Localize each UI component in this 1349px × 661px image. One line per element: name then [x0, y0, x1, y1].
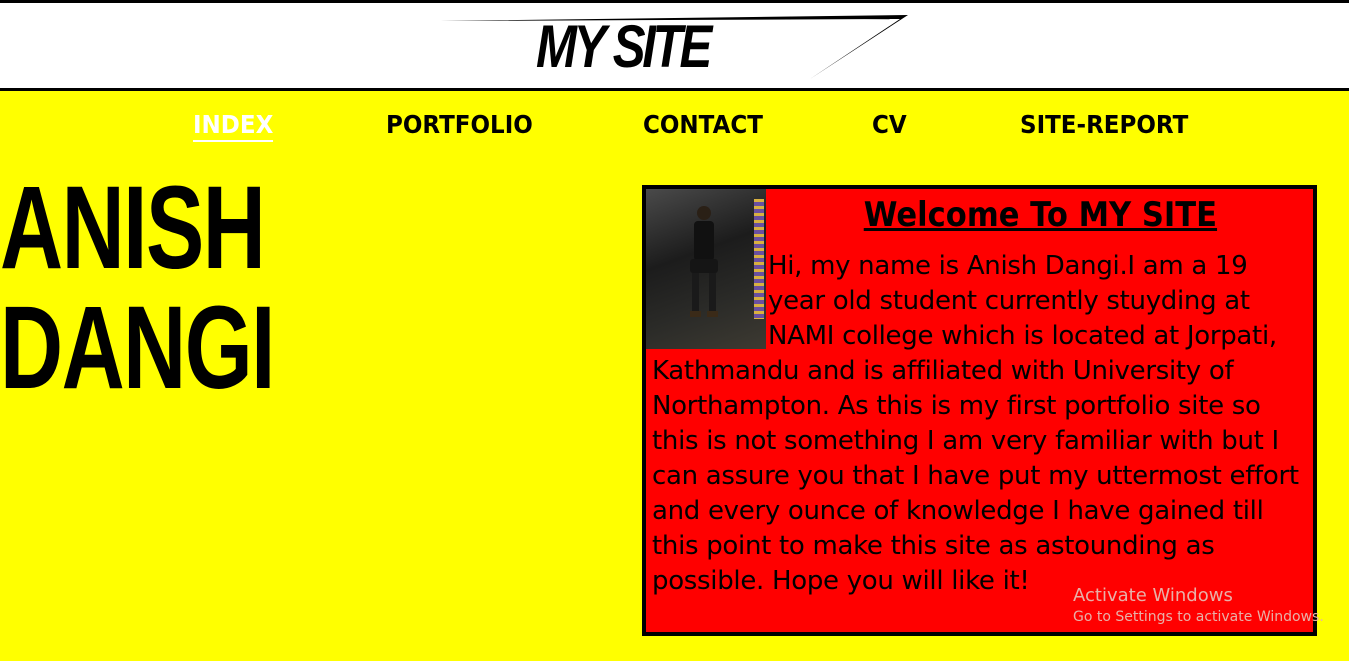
watermark-subtitle: Go to Settings to activate Windows. — [1073, 609, 1324, 625]
site-header: MY SITE — [0, 0, 1349, 91]
activate-windows-watermark: Activate Windows Go to Settings to activ… — [1073, 585, 1324, 627]
main-nav: INDEX PORTFOLIO CONTACT CV SITE-REPORT — [0, 110, 1349, 150]
nav-item-portfolio[interactable]: PORTFOLIO — [386, 110, 533, 139]
nav-item-cv[interactable]: CV — [872, 110, 907, 139]
nav-item-index[interactable]: INDEX — [193, 110, 274, 142]
hero-last-name: DANGI — [0, 282, 275, 414]
welcome-card: Welcome To MY SITE Hi, my name is Anish … — [642, 185, 1317, 636]
hero-name: ANISH DANGI — [0, 162, 275, 414]
nav-item-site-report[interactable]: SITE-REPORT — [1020, 110, 1188, 139]
nav-item-contact[interactable]: CONTACT — [643, 110, 763, 139]
watermark-title: Activate Windows — [1073, 585, 1233, 606]
hero-first-name: ANISH — [0, 162, 266, 294]
card-title: Welcome To MY SITE — [863, 195, 1218, 235]
profile-photo — [646, 189, 766, 349]
site-logo[interactable]: MY SITE — [536, 17, 712, 77]
person-icon — [690, 206, 718, 317]
